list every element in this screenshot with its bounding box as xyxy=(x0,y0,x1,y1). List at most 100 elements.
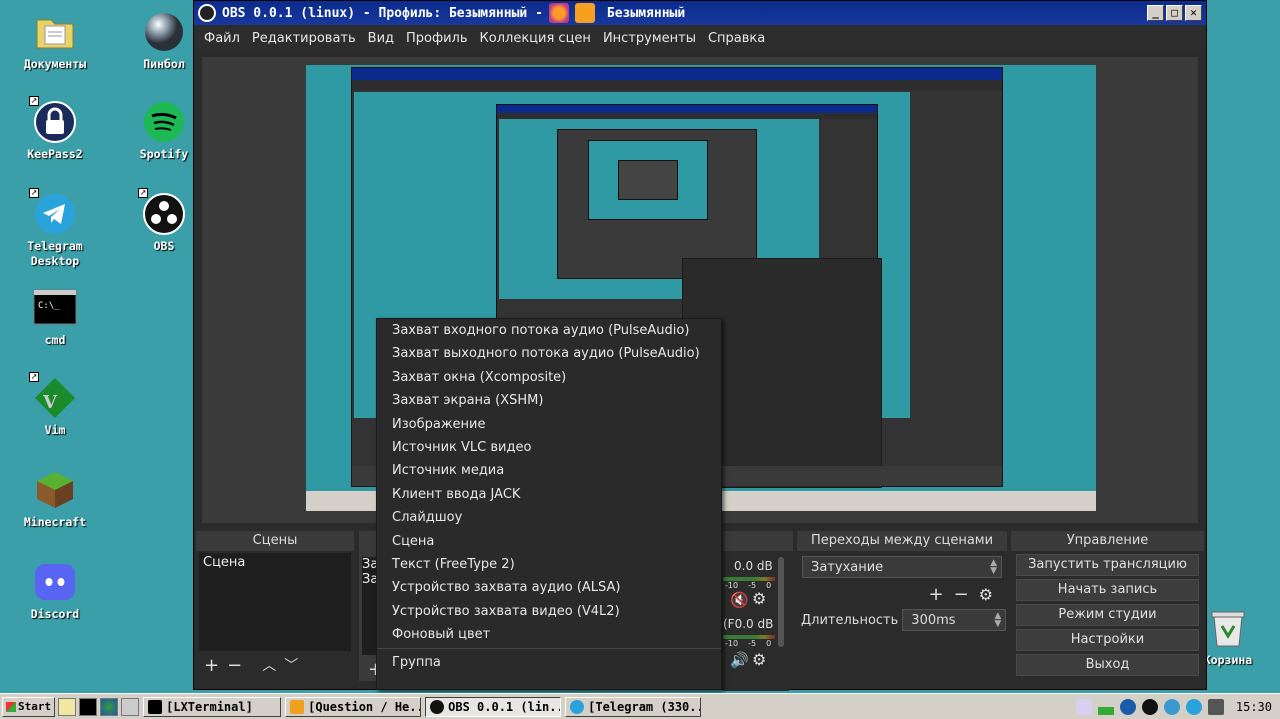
task-obs[interactable]: OBS 0.0.1 (lin... xyxy=(425,696,562,717)
menu-item-pulse-input[interactable]: Захват входного потока аудио (PulseAudio… xyxy=(377,319,721,342)
menu-item-alsa[interactable]: Устройство захвата аудио (ALSA) xyxy=(377,576,721,599)
task-telegram[interactable]: [Telegram (330... xyxy=(565,696,702,717)
network-icon[interactable] xyxy=(1163,698,1180,715)
menu-item-image[interactable]: Изображение xyxy=(377,413,721,436)
menu-item-vlc-source[interactable]: Источник VLC видео xyxy=(377,436,721,459)
desktop-icon-label: Корзина xyxy=(1203,653,1253,667)
scenes-list[interactable]: Сцена xyxy=(199,553,351,651)
window-title-suffix: Безымянный xyxy=(606,5,686,21)
menu-item-window-capture[interactable]: Захват окна (Xcomposite) xyxy=(377,366,721,389)
menu-help[interactable]: Справка xyxy=(702,31,771,46)
signal-icon[interactable] xyxy=(1097,698,1114,715)
obs-tray-icon[interactable] xyxy=(1141,698,1158,715)
duration-input[interactable]: 300ms ▲ ▼ xyxy=(902,609,1007,631)
desktop-icon-label: Telegram Desktop xyxy=(27,239,83,268)
exit-button[interactable]: Выход xyxy=(1016,654,1199,676)
speaker-icon[interactable]: 🔊 xyxy=(730,651,749,669)
menu-item-text[interactable]: Текст (FreeType 2) xyxy=(377,553,721,576)
task-lxterminal[interactable]: [LXTerminal] xyxy=(143,696,282,717)
clock[interactable]: 15:30 xyxy=(1236,700,1272,714)
window-titlebar[interactable]: OBS 0.0.1 (linux) - Профиль: Безымянный … xyxy=(194,1,1206,25)
menu-item-slideshow[interactable]: Слайдшоу xyxy=(377,506,721,529)
transition-select[interactable]: Затухание ▲ ▼ xyxy=(802,556,1002,578)
telegram-tray-icon[interactable] xyxy=(1185,698,1202,715)
menu-edit[interactable]: Редактировать xyxy=(246,31,362,46)
gear-icon[interactable]: ⚙ xyxy=(752,589,766,608)
add-source-context-menu: Захват входного потока аудио (PulseAudio… xyxy=(376,318,722,690)
desktop-icon-documents[interactable]: Документы xyxy=(9,10,101,72)
vim-icon: ↗ V xyxy=(29,372,77,420)
desktop-icon-label: Discord xyxy=(30,607,80,621)
menu-item-v4l2[interactable]: Устройство захвата видео (V4L2) xyxy=(377,600,721,623)
scenes-dock-header: Сцены xyxy=(196,531,354,551)
transitions-dock: Переходы между сценами Затухание ▲ ▼ + − … xyxy=(797,531,1007,681)
lock-icon: ↗ xyxy=(29,96,77,144)
task-question[interactable]: [Question / He... xyxy=(285,696,422,717)
volume-icon[interactable] xyxy=(1207,698,1224,715)
menu-item-screen-capture[interactable]: Захват экрана (XSHM) xyxy=(377,389,721,412)
duration-label: Длительность xyxy=(801,612,899,628)
gear-icon[interactable]: ⚙ xyxy=(752,650,766,669)
source-item[interactable]: За xyxy=(362,572,378,587)
menu-item-scene[interactable]: Сцена xyxy=(377,530,721,553)
add-transition-button[interactable]: + xyxy=(928,584,943,605)
menu-separator xyxy=(377,648,721,650)
menu-item-media-source[interactable]: Источник медиа xyxy=(377,459,721,482)
bluetooth-icon[interactable] xyxy=(1119,698,1136,715)
menu-file[interactable]: Файл xyxy=(198,31,246,46)
controls-header: Управление xyxy=(1011,531,1204,551)
menu-view[interactable]: Вид xyxy=(362,31,400,46)
desktop-icon-discord[interactable]: Discord xyxy=(9,560,101,622)
gear-icon[interactable]: ⚙ xyxy=(979,585,993,604)
menu-profile[interactable]: Профиль xyxy=(400,31,474,46)
start-streaming-button[interactable]: Запустить трансляцию xyxy=(1016,554,1199,576)
remove-transition-button[interactable]: − xyxy=(954,584,969,605)
desktop-icon-keepass[interactable]: ↗ KeePass2 xyxy=(9,96,101,162)
menubar: Файл Редактировать Вид Профиль Коллекция… xyxy=(194,25,1206,51)
remove-scene-button[interactable]: − xyxy=(227,655,242,676)
studio-mode-button[interactable]: Режим студии xyxy=(1016,604,1199,626)
globe-icon[interactable] xyxy=(100,697,119,716)
menu-item-group[interactable]: Группа xyxy=(377,651,721,674)
desktop-icon-label: cmd xyxy=(44,333,66,347)
desktop-icon-label: Spotify xyxy=(139,147,189,161)
move-scene-up-button[interactable]: ︿ xyxy=(262,655,276,675)
pinball-icon xyxy=(142,10,186,54)
settings-button[interactable]: Настройки xyxy=(1016,629,1199,651)
mouse-icon[interactable] xyxy=(1075,698,1092,715)
mixer-ticks-2: -10 -5 0 xyxy=(725,639,772,648)
menu-item-pulse-output[interactable]: Захват выходного потока аудио (PulseAudi… xyxy=(377,342,721,365)
trash-icon xyxy=(1206,606,1250,650)
source-item[interactable]: За xyxy=(362,557,378,572)
transition-buttons: + − ⚙ xyxy=(797,583,1007,605)
desktop-icon-vim[interactable]: ↗ V Vim xyxy=(9,372,101,438)
menu-scene-collection[interactable]: Коллекция сцен xyxy=(474,31,597,46)
add-scene-button[interactable]: + xyxy=(204,655,219,676)
obs-icon xyxy=(430,699,445,714)
sources-list-edge[interactable]: За За xyxy=(362,557,378,655)
mute-speaker-icon[interactable]: 🔇 xyxy=(730,591,749,609)
mixer-scrollbar[interactable] xyxy=(778,557,784,647)
start-recording-button[interactable]: Начать запись xyxy=(1016,579,1199,601)
menu-item-jack-client[interactable]: Клиент ввода JACK xyxy=(377,483,721,506)
start-button[interactable]: Start xyxy=(2,696,56,717)
close-button[interactable]: ✕ xyxy=(1185,5,1202,21)
menu-item-color-source[interactable]: Фоновый цвет xyxy=(377,623,721,646)
scene-item[interactable]: Сцена xyxy=(203,555,347,570)
maximize-button[interactable]: □ xyxy=(1166,5,1183,21)
search-icon[interactable] xyxy=(58,697,77,716)
desktop-icon-label: Документы xyxy=(23,57,87,71)
desktop-icon-label: OBS xyxy=(153,239,175,253)
desktop-icon-minecraft[interactable]: Minecraft xyxy=(9,468,101,530)
desktop-icon-cmd[interactable]: C:\_ cmd xyxy=(9,286,101,348)
system-tray: 15:30 xyxy=(1075,698,1280,715)
desktop-icon-telegram[interactable]: ↗ Telegram Desktop xyxy=(9,188,101,269)
move-scene-down-button[interactable]: ﹀ xyxy=(284,655,298,675)
terminal-icon xyxy=(148,699,163,714)
window-icon[interactable] xyxy=(121,697,140,716)
minimize-button[interactable]: _ xyxy=(1147,5,1164,21)
terminal-icon[interactable] xyxy=(79,697,98,716)
duration-row: Длительность 300ms ▲ ▼ xyxy=(797,609,1007,631)
desktop-icon-label: Minecraft xyxy=(23,515,87,529)
menu-tools[interactable]: Инструменты xyxy=(597,31,702,46)
